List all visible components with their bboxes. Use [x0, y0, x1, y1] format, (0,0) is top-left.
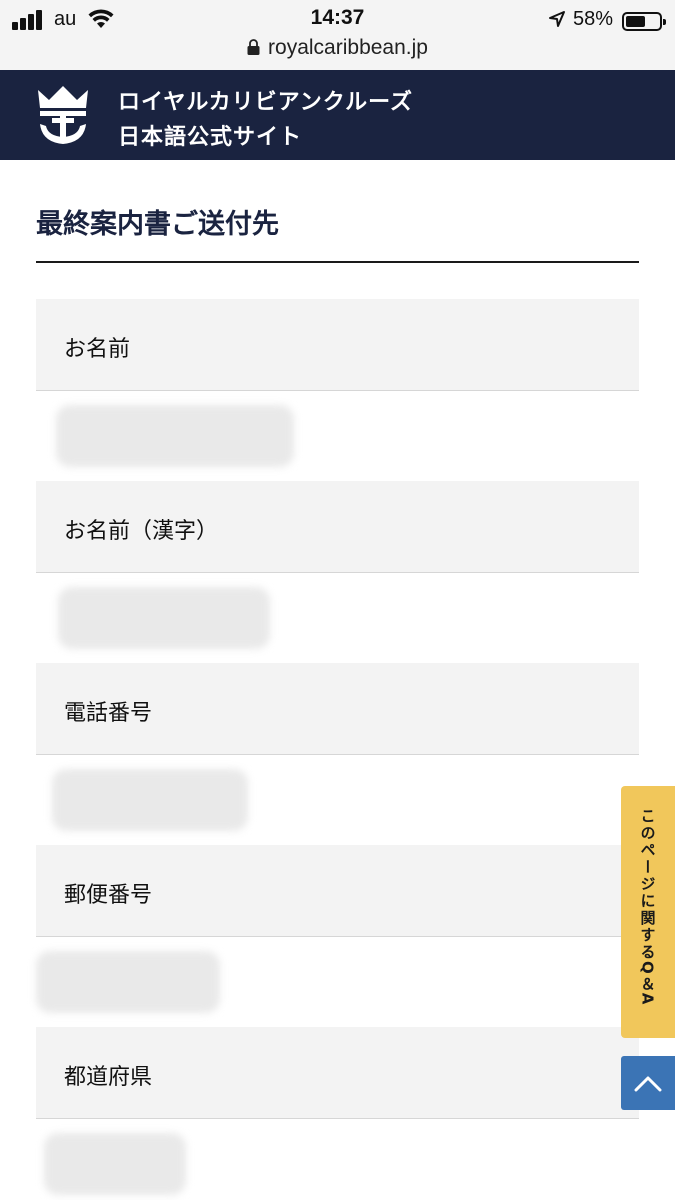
field-label-text: お名前（漢字）: [64, 519, 219, 544]
battery-percent: 58%: [573, 8, 614, 30]
page-qa-label: このページに関するQ＆A: [638, 808, 657, 1007]
page-qa-tab[interactable]: このページに関するQ＆A: [621, 786, 675, 1038]
field-value-name-kanji: [36, 573, 639, 663]
lock-icon: [247, 37, 260, 55]
redacted-value: [44, 1133, 186, 1195]
field-value-postal-code: [36, 937, 639, 1027]
location-arrow-icon: [549, 11, 565, 27]
redacted-value: [36, 951, 220, 1013]
url-text: royalcaribbean.jp: [268, 36, 428, 59]
crown-anchor-logo[interactable]: [34, 84, 92, 146]
field-label-text: 都道府県: [64, 1065, 153, 1090]
site-header: ロイヤルカリビアンクルーズ 日本語公式サイト: [0, 70, 675, 160]
field-label-text: お名前: [64, 337, 131, 362]
address-bar[interactable]: royalcaribbean.jp: [0, 36, 675, 62]
field-value-phone: [36, 755, 639, 845]
status-bar: au 14:37 58% royalcaribbean.jp: [0, 0, 675, 70]
field-value-name: [36, 391, 639, 481]
section-title: 最終案内書ご送付先: [36, 209, 279, 240]
back-to-top-button[interactable]: [621, 1056, 675, 1110]
brand-name[interactable]: ロイヤルカリビアンクルーズ: [118, 84, 413, 116]
battery-icon: [622, 12, 666, 31]
redacted-value: [52, 769, 248, 831]
title-divider: [36, 261, 639, 263]
battery-level: [626, 16, 645, 27]
redacted-value: [58, 587, 270, 649]
field-label-text: 電話番号: [64, 701, 153, 726]
redacted-value: [56, 405, 294, 467]
field-label-name-kanji: お名前（漢字）: [36, 481, 639, 573]
field-value-prefecture: [36, 1119, 639, 1200]
field-label-prefecture: 都道府県: [36, 1027, 639, 1119]
chevron-up-icon: [634, 1076, 662, 1092]
field-label-postal-code: 郵便番号: [36, 845, 639, 937]
field-label-phone: 電話番号: [36, 663, 639, 755]
field-label-name: お名前: [36, 299, 639, 391]
brand-subtitle[interactable]: 日本語公式サイト: [118, 119, 302, 151]
field-label-text: 郵便番号: [64, 883, 153, 908]
